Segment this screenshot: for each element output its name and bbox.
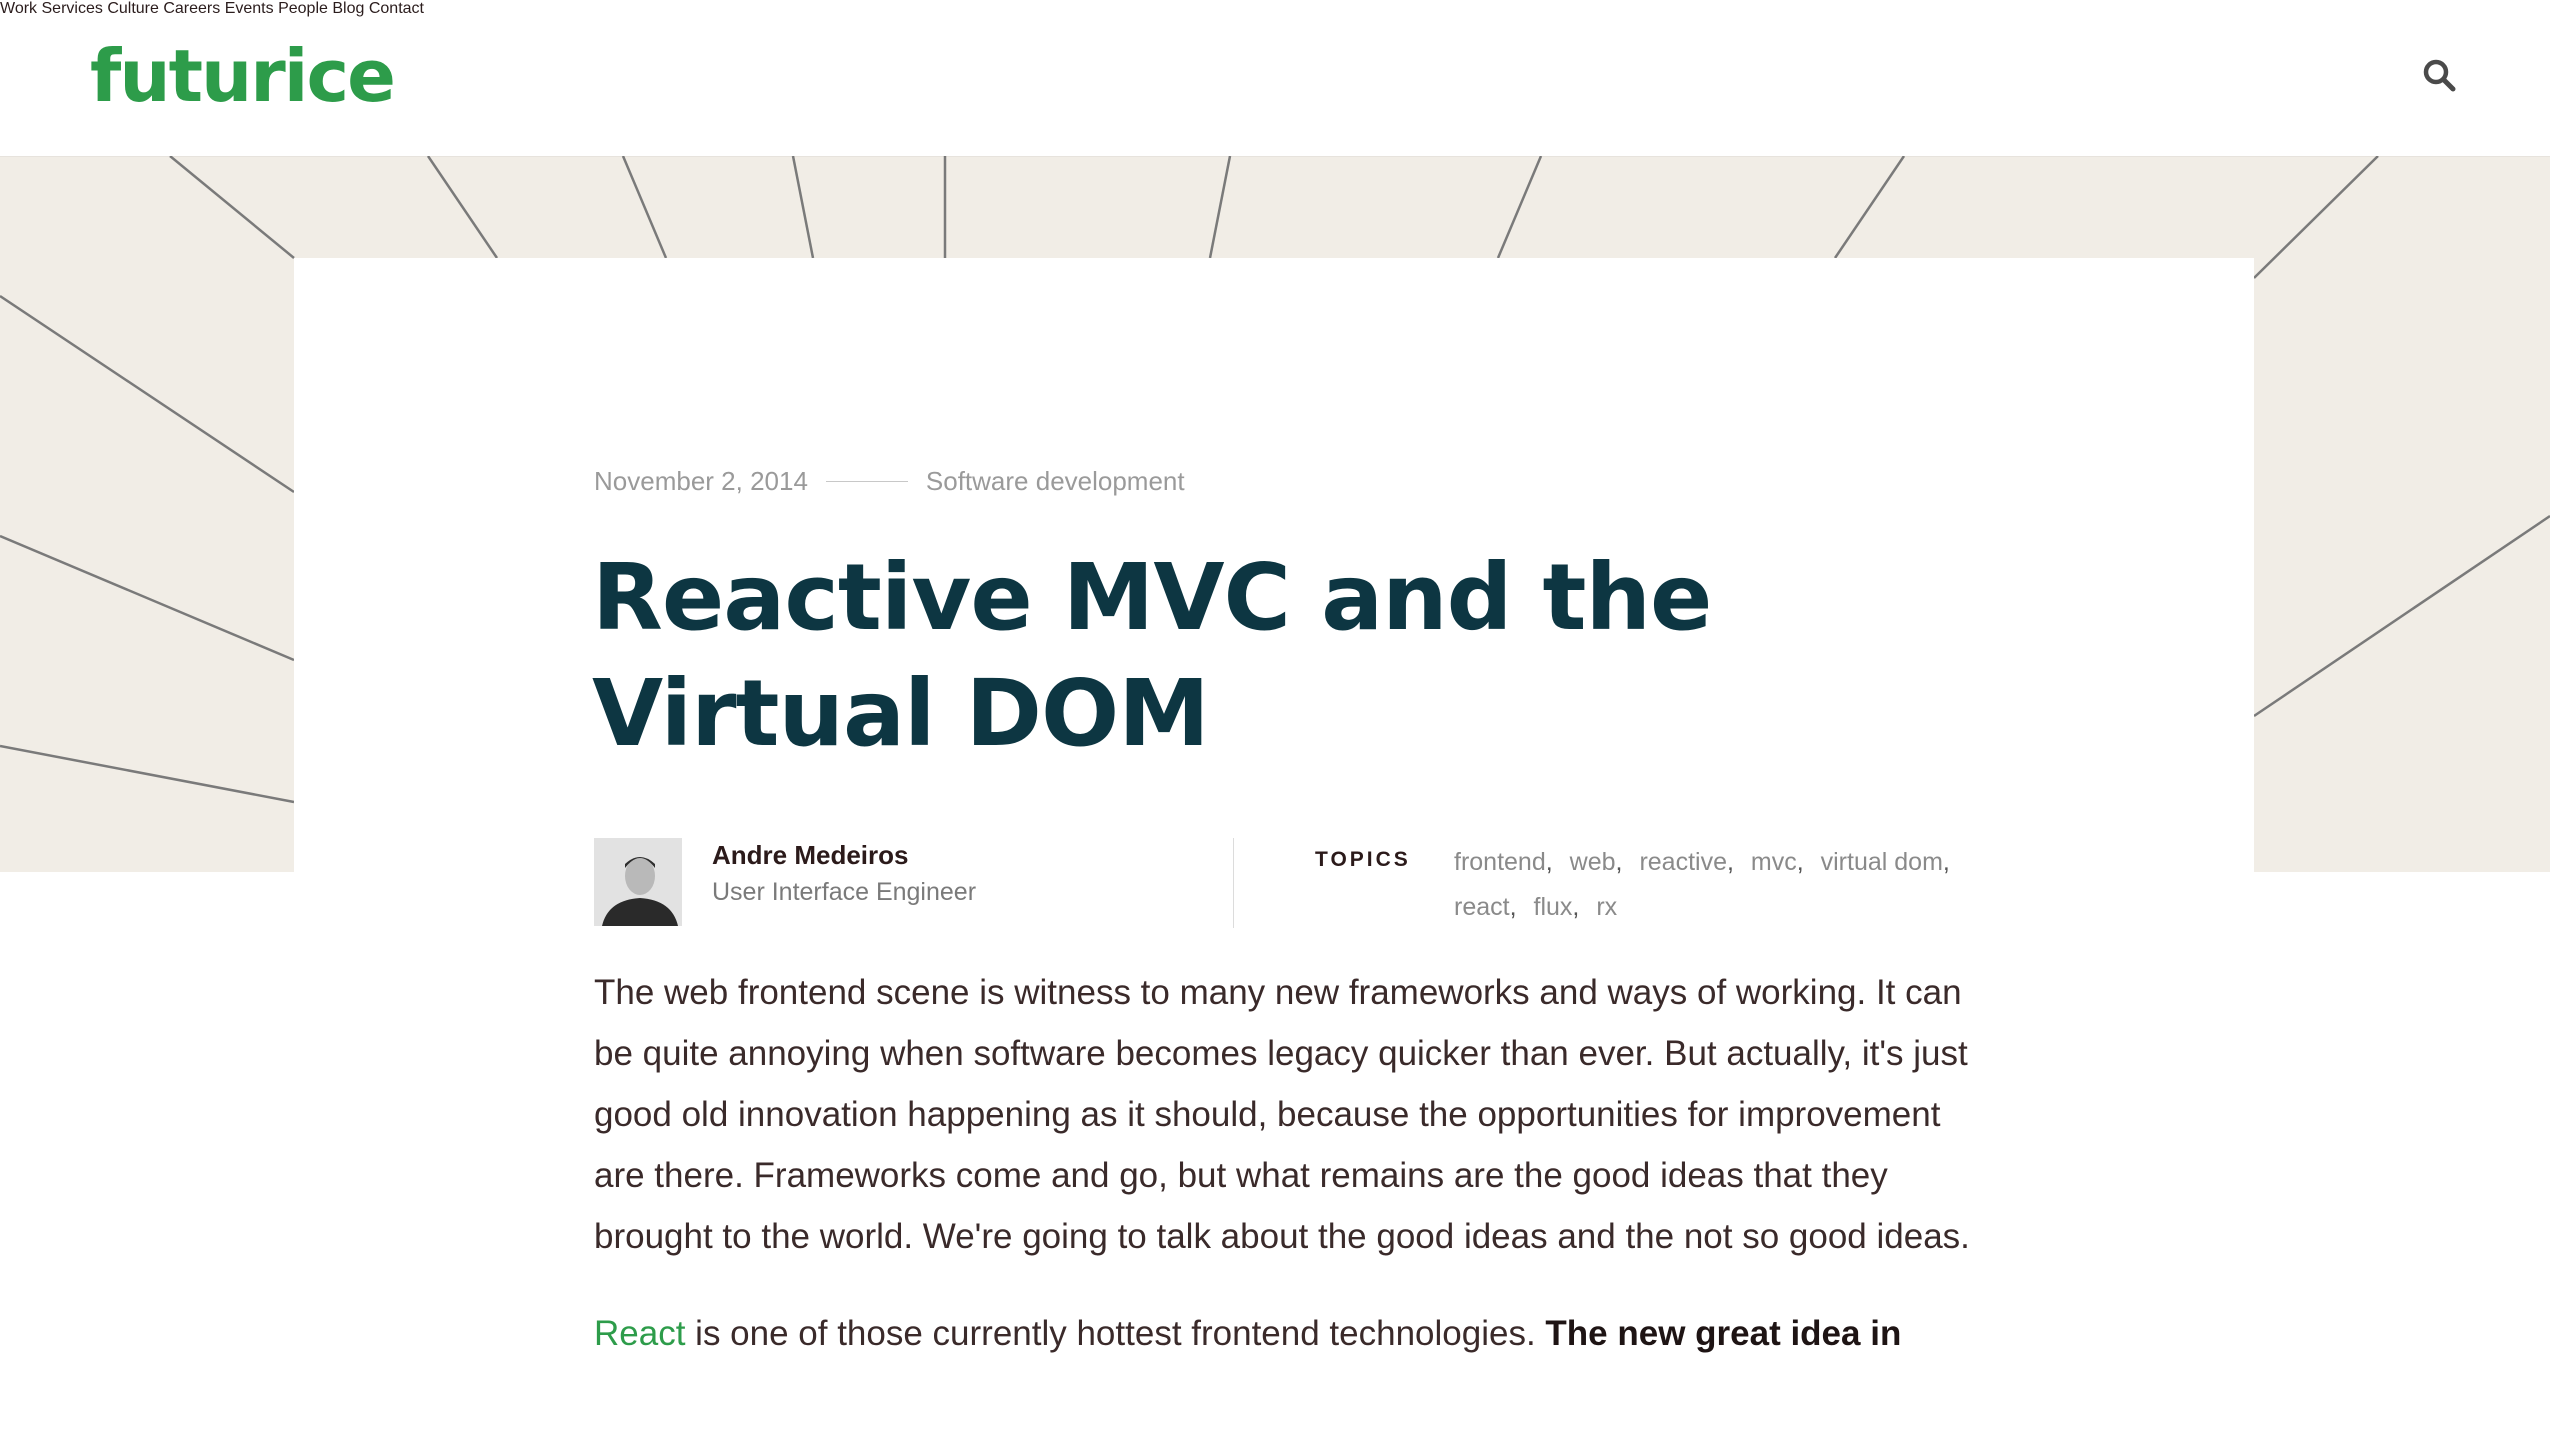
nav-careers[interactable]: Careers <box>163 0 220 17</box>
topic-tag[interactable]: flux <box>1534 893 1573 921</box>
nav-events[interactable]: Events <box>225 0 274 17</box>
author-photo <box>594 838 682 926</box>
paragraph-emphasis: The new great idea in <box>1545 1314 1902 1353</box>
nav-blog[interactable]: Blog <box>332 0 364 17</box>
article-date: November 2, 2014 <box>594 466 808 496</box>
article-body: The web frontend scene is witness to man… <box>594 962 1974 1400</box>
topic-tag[interactable]: virtual dom <box>1821 848 1943 876</box>
article-meta: November 2, 2014 Software development <box>594 466 1185 497</box>
author-avatar[interactable] <box>594 838 682 926</box>
nav-people[interactable]: People <box>278 0 328 17</box>
topic-tag[interactable]: frontend <box>1454 848 1546 876</box>
article-title: Reactive MVC and the Virtual DOM <box>592 544 1712 767</box>
futurice-logo[interactable]: futurice <box>90 26 396 126</box>
article-paragraph: React is one of those currently hottest … <box>594 1303 1974 1364</box>
topic-tag[interactable]: mvc <box>1751 848 1797 876</box>
author-topics-divider <box>1233 838 1234 928</box>
topic-tag[interactable]: web <box>1570 848 1616 876</box>
site-header: futurice Work Services Culture Careers E… <box>0 0 2550 156</box>
article-paragraph: The web frontend scene is witness to man… <box>594 973 1970 1256</box>
author-role: User Interface Engineer <box>712 878 977 906</box>
nav-services[interactable]: Services <box>42 0 103 17</box>
topic-tag[interactable]: reactive <box>1639 848 1727 876</box>
article-category[interactable]: Software development <box>926 466 1185 497</box>
topic-tag[interactable]: react <box>1454 893 1510 921</box>
react-link[interactable]: React <box>594 1314 685 1353</box>
search-icon[interactable] <box>2422 58 2456 92</box>
topics-list: frontend, web, reactive, mvc, virtual do… <box>1454 848 1950 921</box>
paragraph-text: is one of those currently hottest fronte… <box>685 1314 1546 1353</box>
topic-tag[interactable]: rx <box>1596 893 1617 921</box>
nav-contact[interactable]: Contact <box>369 0 424 17</box>
topics-label: TOPICS <box>1315 848 1411 871</box>
nav-work[interactable]: Work <box>0 0 37 17</box>
author-name[interactable]: Andre Medeiros <box>712 840 909 871</box>
meta-divider <box>825 481 908 482</box>
nav-culture[interactable]: Culture <box>107 0 159 17</box>
